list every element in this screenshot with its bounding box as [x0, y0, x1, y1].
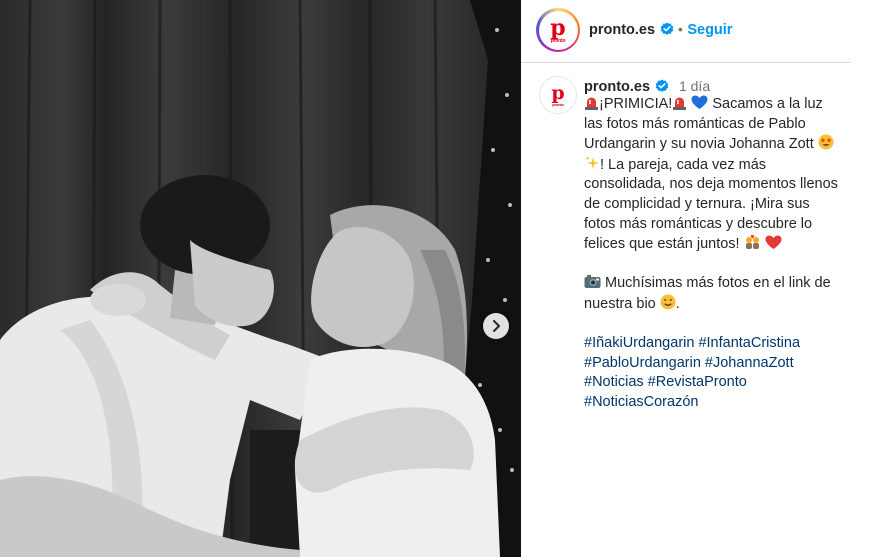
caption-line: fotos más románticas y descubre lo	[584, 215, 813, 232]
post-photo[interactable]	[0, 0, 521, 557]
caption-header: pronto.es 1 día	[584, 78, 710, 96]
hashtag-link[interactable]: #InfantaCristina	[698, 335, 800, 351]
caption-line: consolidada, nos deja momentos llenos	[584, 176, 838, 193]
hashtag-link[interactable]: #IñakiUrdangarin	[584, 335, 694, 351]
pronto-logo-small: p pronto	[542, 79, 574, 111]
hashtag-line: #Noticias #RevistaPronto	[584, 373, 854, 393]
camera-with-flash-emoji	[584, 275, 601, 289]
couple-with-heart-emoji	[745, 235, 759, 250]
carousel-next-button[interactable]	[483, 313, 509, 339]
hashtag-link[interactable]: #RevistaPronto	[648, 374, 747, 390]
caption-line: ¡PRIMICIA! Sacamos a la luz	[584, 95, 854, 115]
follow-button[interactable]: Seguir	[687, 22, 732, 38]
separator-dot: •	[677, 21, 683, 37]
blue-heart-emoji	[691, 95, 708, 109]
police-light-emoji	[585, 97, 598, 110]
red-heart-emoji	[765, 235, 782, 250]
story-avatar[interactable]: p pronto	[536, 8, 580, 52]
hashtag-line: #NoticiasCorazón	[584, 393, 854, 413]
hashtag-line: #IñakiUrdangarin #InfantaCristina	[584, 334, 854, 354]
pronto-logo: p pronto	[540, 12, 576, 48]
caption-line: Muchísimas más fotos en el link de	[584, 274, 854, 294]
caption-line: de complicidad y ternura. ¡Mira sus	[584, 195, 810, 212]
caption-line: Urdangarin y su novia Johanna Zott	[584, 134, 854, 155]
hashtag-link[interactable]: #PabloUrdangarin	[584, 355, 701, 371]
caption-line: nuestra bio .	[584, 294, 680, 312]
black-and-white-couple-photo	[0, 0, 521, 557]
header-meta: pronto.es • Seguir	[589, 21, 732, 39]
hashtag-line: #PabloUrdangarin #JohannaZott	[584, 354, 854, 374]
star-struck-emoji	[818, 134, 834, 150]
post-header: p pronto pronto.es • Seguir	[521, 0, 851, 63]
caption-username[interactable]: pronto.es	[584, 79, 650, 95]
verified-badge-icon	[660, 22, 673, 35]
post-caption: ¡PRIMICIA! Sacamos a la luz las fotos má…	[584, 95, 854, 413]
caption-line: ! La pareja, cada vez más	[584, 155, 854, 176]
smiling-face-emoji	[660, 294, 676, 310]
hashtag-link[interactable]: #Noticias	[584, 374, 644, 390]
sparkles-emoji	[585, 155, 599, 169]
verified-badge-icon	[655, 79, 668, 92]
hashtag-link[interactable]: #JohannaZott	[705, 355, 794, 371]
caption-avatar[interactable]: p pronto	[539, 76, 577, 114]
hashtag-link[interactable]: #NoticiasCorazón	[584, 394, 698, 410]
post-side-panel: p pronto pronto.es • Seguir p pronto pro…	[521, 0, 886, 557]
post-timestamp[interactable]: 1 día	[679, 78, 710, 94]
caption-line: las fotos más románticas de Pablo	[584, 115, 806, 132]
police-light-emoji	[673, 97, 687, 110]
account-username[interactable]: pronto.es	[589, 22, 655, 38]
chevron-right-icon	[493, 320, 500, 332]
caption-line: felices que están juntos!	[584, 234, 854, 255]
